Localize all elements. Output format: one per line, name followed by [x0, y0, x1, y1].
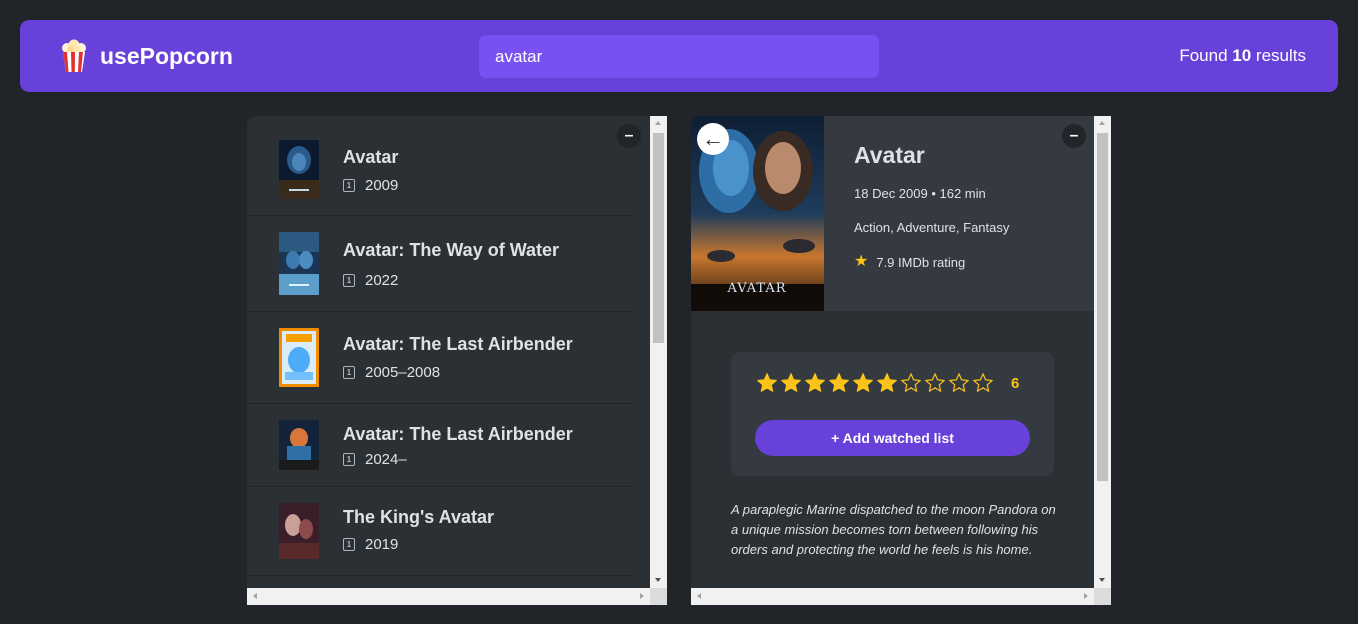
search-input[interactable] [479, 35, 879, 78]
details-content: AVATAR Avatar 18 Dec 2009 • 162 min Acti… [691, 116, 1094, 588]
list-item[interactable]: Avatar: The Last Airbender 1 2005–2008 [247, 312, 633, 404]
calendar-icon: 1 [343, 366, 355, 379]
movie-title: Avatar: The Way of Water [343, 240, 560, 260]
movie-title: Avatar [343, 147, 399, 167]
list-collapse-button[interactable]: – [617, 124, 641, 148]
movie-title: Avatar: The Last Airbender [343, 424, 573, 444]
scroll-up-arrow[interactable] [655, 121, 661, 125]
scroll-corner [650, 588, 667, 605]
movie-title: Avatar: The Last Airbender [343, 334, 573, 354]
scroll-left-arrow[interactable] [253, 593, 257, 599]
star-empty-icon[interactable] [900, 372, 922, 394]
calendar-icon: 1 [343, 274, 355, 287]
popcorn-icon [62, 39, 86, 72]
list-vertical-scrollbar[interactable] [650, 116, 667, 588]
star-filled-icon[interactable] [804, 372, 826, 394]
scroll-up-arrow[interactable] [1099, 121, 1105, 125]
star-icon: ★ [854, 253, 869, 270]
details-header: AVATAR Avatar 18 Dec 2009 • 162 min Acti… [691, 116, 1094, 311]
list-item[interactable]: The King's Avatar 1 2019 [247, 487, 633, 576]
scroll-thumb[interactable] [1097, 133, 1108, 481]
movie-title: The King's Avatar [343, 507, 494, 527]
scroll-right-arrow[interactable] [640, 593, 644, 599]
calendar-icon: 1 [343, 179, 355, 192]
add-watched-button[interactable]: + Add watched list [755, 420, 1030, 456]
plot-summary: A paraplegic Marine dispatched to the mo… [731, 502, 1056, 557]
user-rating-value: 6 [1011, 375, 1020, 392]
calendar-icon: 1 [343, 453, 355, 466]
poster-title: AVATAR [726, 281, 786, 296]
movie-poster [279, 420, 319, 470]
results-count: Found 10 results [1179, 46, 1306, 65]
movie-poster [279, 503, 319, 559]
star-empty-icon[interactable] [948, 372, 970, 394]
star-filled-icon[interactable] [756, 372, 778, 394]
rating-section: 6 + Add watched list [731, 352, 1054, 476]
details-vertical-scrollbar[interactable] [1094, 116, 1111, 588]
list-item[interactable]: Avatar: The Last Airbender 1 2024– [247, 404, 633, 487]
genre: Action, Adventure, Fantasy [854, 220, 1010, 235]
movie-year: 1 2024– [343, 451, 407, 468]
movie-poster [279, 328, 319, 387]
list-item[interactable]: Avatar: The Way of Water 1 2022 [247, 216, 633, 312]
scroll-down-arrow[interactable] [1099, 578, 1105, 582]
scroll-corner [1094, 588, 1111, 605]
list-item[interactable]: Avatar 1 2009 [247, 116, 633, 216]
app-name: usePopcorn [100, 42, 233, 69]
scroll-down-arrow[interactable] [655, 578, 661, 582]
details-title: Avatar [854, 142, 925, 168]
calendar-icon: 1 [343, 538, 355, 551]
movie-year: 1 2005–2008 [343, 364, 440, 381]
star-filled-icon[interactable] [828, 372, 850, 394]
details-horizontal-scrollbar[interactable] [691, 588, 1094, 605]
list-horizontal-scrollbar[interactable] [247, 588, 650, 605]
navbar: usePopcorn Found 10 results [20, 20, 1338, 92]
movie-poster [279, 140, 319, 199]
movie-year: 1 2019 [343, 536, 398, 553]
release-runtime: 18 Dec 2009 • 162 min [854, 186, 986, 201]
details-collapse-button[interactable]: – [1062, 124, 1086, 148]
movie-poster [279, 232, 319, 295]
imdb-rating: ★ 7.9 IMDb rating [854, 253, 966, 270]
back-button[interactable]: ← [697, 123, 729, 155]
movie-list: Avatar 1 2009 Avatar: The Way of Water 1… [247, 116, 633, 588]
scroll-right-arrow[interactable] [1084, 593, 1088, 599]
search-results-panel[interactable]: Avatar 1 2009 Avatar: The Way of Water 1… [247, 116, 667, 605]
movie-year: 1 2022 [343, 272, 398, 289]
star-rating[interactable] [756, 372, 994, 394]
movie-details-panel[interactable]: AVATAR Avatar 18 Dec 2009 • 162 min Acti… [691, 116, 1111, 605]
movie-year: 1 2009 [343, 177, 398, 194]
logo: usePopcorn [60, 20, 233, 92]
scroll-left-arrow[interactable] [697, 593, 701, 599]
results-number: 10 [1232, 46, 1252, 65]
star-filled-icon[interactable] [780, 372, 802, 394]
star-empty-icon[interactable] [972, 372, 994, 394]
star-filled-icon[interactable] [852, 372, 874, 394]
star-filled-icon[interactable] [876, 372, 898, 394]
scroll-thumb[interactable] [653, 133, 664, 343]
star-empty-icon[interactable] [924, 372, 946, 394]
